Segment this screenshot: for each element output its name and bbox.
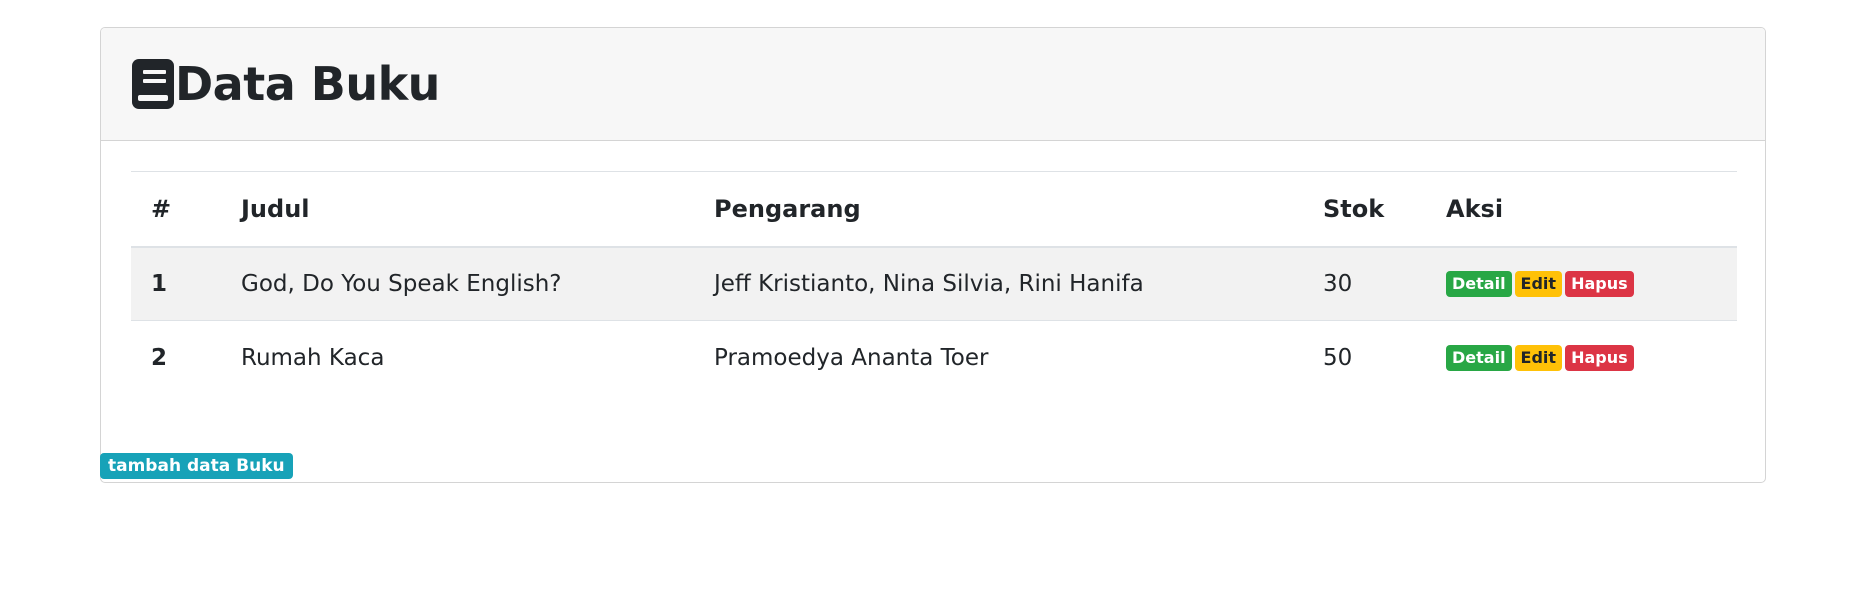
edit-button[interactable]: Edit — [1514, 345, 1563, 371]
column-header-aksi: Aksi — [1446, 194, 1504, 223]
detail-button[interactable]: Detail — [1446, 271, 1512, 297]
card-body: # Judul Pengarang Stok Aksi 1 God, Do Yo… — [101, 141, 1765, 395]
detail-button[interactable]: Detail — [1446, 345, 1512, 371]
column-header-stok: Stok — [1323, 194, 1385, 223]
delete-button[interactable]: Hapus — [1565, 345, 1634, 371]
row-pengarang: Pramoedya Ananta Toer — [714, 344, 989, 371]
row-number: 1 — [151, 270, 168, 297]
row-number: 2 — [151, 344, 168, 371]
table-row: 2 Rumah Kaca Pramoedya Ananta Toer 50 De… — [131, 321, 1737, 395]
row-judul: God, Do You Speak English? — [241, 270, 562, 297]
edit-button[interactable]: Edit — [1514, 271, 1563, 297]
card-header: Data Buku — [101, 28, 1765, 141]
column-header-judul: Judul — [241, 194, 310, 223]
row-judul: Rumah Kaca — [241, 344, 385, 371]
page-title: Data Buku — [175, 57, 440, 111]
row-pengarang: Jeff Kristianto, Nina Silvia, Rini Hanif… — [714, 270, 1144, 297]
book-icon — [132, 59, 174, 109]
row-stok: 50 — [1323, 344, 1353, 371]
column-header-number: # — [151, 194, 172, 223]
table-header-row: # Judul Pengarang Stok Aksi — [131, 171, 1737, 247]
table-row: 1 God, Do You Speak English? Jeff Kristi… — [131, 246, 1737, 321]
add-book-button[interactable]: tambah data Buku — [100, 453, 293, 479]
column-header-pengarang: Pengarang — [714, 194, 861, 223]
delete-button[interactable]: Hapus — [1565, 271, 1634, 297]
row-actions: Detail Edit Hapus — [1426, 247, 1737, 321]
row-actions: Detail Edit Hapus — [1426, 321, 1737, 395]
book-data-card: Data Buku # Judul Pengarang Stok Aksi 1 … — [100, 27, 1766, 483]
row-stok: 30 — [1323, 270, 1353, 297]
books-table: # Judul Pengarang Stok Aksi 1 God, Do Yo… — [131, 171, 1737, 395]
